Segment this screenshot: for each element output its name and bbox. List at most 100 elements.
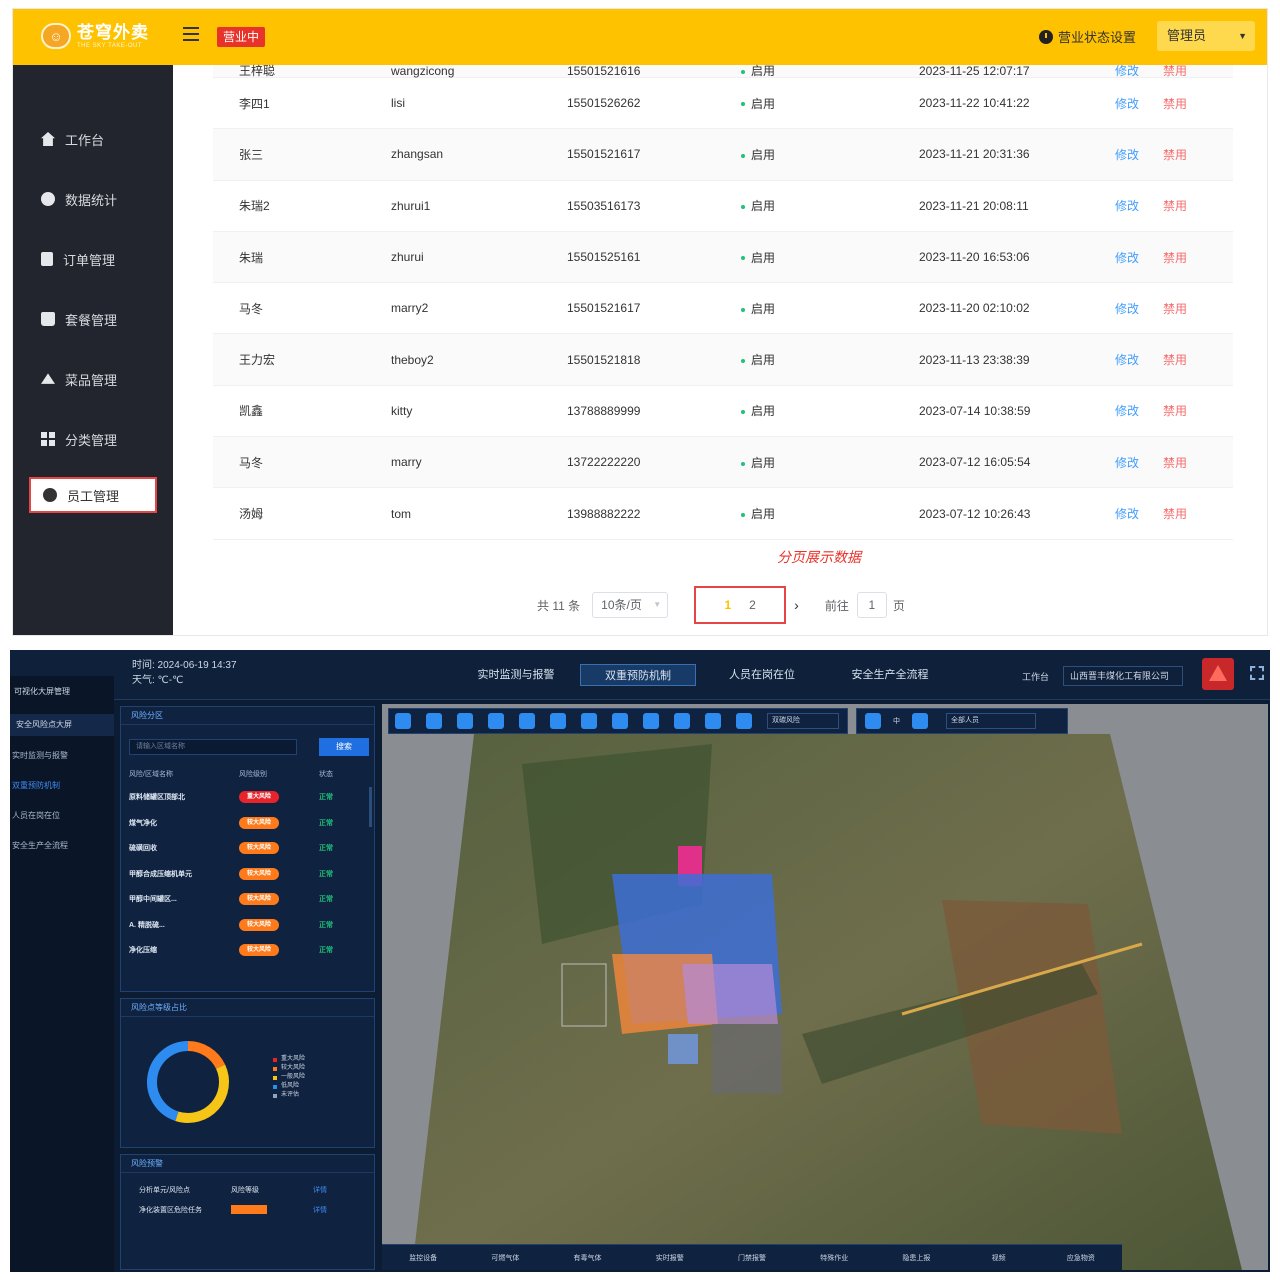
camera-icon[interactable]: [519, 713, 535, 729]
risk-list-item[interactable]: 甲醇合成压缩机单元 较大风险 正常: [129, 867, 359, 880]
workbench-link[interactable]: 工作台: [1022, 670, 1049, 683]
shield-icon[interactable]: [426, 713, 442, 729]
menu-toggle-icon[interactable]: [183, 27, 199, 41]
tab-personnel-on-duty[interactable]: 人员在岗在位: [710, 664, 814, 686]
chart-icon: [41, 192, 55, 206]
disable-link[interactable]: 禁用: [1163, 231, 1233, 284]
disable-link[interactable]: 禁用: [1163, 487, 1233, 540]
pen-icon[interactable]: [581, 713, 597, 729]
disable-link[interactable]: 禁用: [1163, 180, 1233, 232]
risk-list-item[interactable]: 甲醇中间罐区... 较大风险 正常: [129, 893, 359, 905]
personnel-select[interactable]: 全部人员: [946, 713, 1036, 729]
map-layer-button[interactable]: 有毒气体: [546, 1253, 628, 1263]
expand-icon[interactable]: [865, 713, 881, 729]
goto-page-input[interactable]: 1: [856, 592, 887, 618]
person-icon[interactable]: [912, 713, 928, 729]
map-layer-button[interactable]: 隐患上报: [875, 1253, 957, 1263]
compass-icon[interactable]: [612, 713, 628, 729]
donut-slice[interactable]: [147, 1041, 189, 1121]
map-layer-button[interactable]: 视频: [958, 1253, 1040, 1263]
sidebar-item-statistics[interactable]: 数据统计: [29, 181, 157, 217]
edit-link[interactable]: 修改: [1115, 436, 1163, 489]
scrollbar[interactable]: [369, 787, 372, 827]
disable-link[interactable]: 禁用: [1163, 436, 1233, 489]
edit-link[interactable]: 修改: [1115, 231, 1163, 284]
search-button[interactable]: 搜索: [319, 738, 369, 756]
logo[interactable]: ☺ 苍穹外卖 THE SKY TAKE-OUT: [41, 23, 149, 49]
risk-list-item[interactable]: A. 精脱硫... 较大风险 正常: [129, 918, 359, 931]
zoom-level[interactable]: 中: [893, 716, 900, 726]
panel-title: 风险点等级占比: [121, 999, 374, 1017]
satellite-map[interactable]: 双碳风险 中 全部人员 监控设备 可燃气体 有毒气体 实时报警 门禁报警 特殊作业 隐患上报…: [382, 704, 1268, 1270]
store-status-setting-button[interactable]: 营业状态设置: [1039, 27, 1136, 46]
disable-link[interactable]: 禁用: [1163, 77, 1233, 130]
risk-type-select[interactable]: 双碳风险: [767, 713, 839, 729]
alert-icon[interactable]: [1202, 658, 1234, 690]
dashboard-nav: 可视化大屏管理 安全风险点大屏 实时监测与报警 双重预防机制 人员在岗在位 安全…: [10, 676, 114, 1272]
layers-icon[interactable]: [736, 713, 752, 729]
map-layer-button[interactable]: 可燃气体: [464, 1253, 546, 1263]
car-icon[interactable]: [643, 713, 659, 729]
map-layer-button[interactable]: 应急物资: [1040, 1253, 1122, 1263]
dashboard-subtitle[interactable]: 安全风险点大屏: [10, 714, 114, 736]
search-input[interactable]: 请输入区域名称: [129, 739, 297, 755]
tab-safety-process[interactable]: 安全生产全流程: [834, 664, 946, 686]
edit-link[interactable]: 修改: [1115, 385, 1163, 438]
next-page-button[interactable]: ›: [794, 597, 799, 613]
disable-link[interactable]: 禁用: [1163, 333, 1233, 386]
disable-link[interactable]: 禁用: [1163, 282, 1233, 335]
risk-list-item[interactable]: 煤气净化 较大风险 正常: [129, 816, 359, 829]
edit-link[interactable]: 修改: [1115, 282, 1163, 335]
map-layer-button[interactable]: 实时报警: [629, 1253, 711, 1263]
sidebar-item-label: 分类管理: [65, 432, 118, 448]
edit-link[interactable]: 修改: [1115, 180, 1163, 232]
alien-icon[interactable]: [457, 713, 473, 729]
sidebar-item-dishes[interactable]: 菜品管理: [29, 361, 157, 397]
table-row: 王力宏 theboy2 15501521818 启用 2023-11-13 23:38:…: [213, 333, 1233, 386]
donut-slice[interactable]: [175, 1064, 229, 1123]
risk-list-item[interactable]: 原料储罐区顶部北 重大风险 正常: [129, 791, 359, 803]
nav-item-dual-prevention[interactable]: 双重预防机制: [12, 780, 60, 791]
edit-link[interactable]: 修改: [1115, 333, 1163, 386]
map-layer-button[interactable]: 门禁报警: [711, 1253, 793, 1263]
user-menu[interactable]: 管理员 ▼: [1157, 21, 1255, 51]
page-button-1[interactable]: 1: [724, 598, 731, 612]
nav-item-personnel[interactable]: 人员在岗在位: [12, 810, 60, 821]
donut-slice[interactable]: [187, 1041, 226, 1070]
company-select[interactable]: 山西晋丰煤化工有限公司: [1063, 666, 1184, 686]
disable-link[interactable]: 禁用: [1163, 65, 1233, 78]
equalizer-icon[interactable]: [674, 713, 690, 729]
tab-realtime-monitoring[interactable]: 实时监测与报警: [462, 664, 570, 686]
refresh-icon[interactable]: [705, 713, 721, 729]
risk-level-badge: 较大风险: [239, 816, 279, 829]
page-size-select[interactable]: 10条/页 ▼: [592, 592, 669, 618]
building-icon[interactable]: [550, 713, 566, 729]
sidebar-item-workbench[interactable]: 工作台: [29, 121, 157, 157]
sidebar-item-categories[interactable]: 分类管理: [29, 421, 157, 457]
sidebar-item-orders[interactable]: 订单管理: [29, 241, 157, 277]
status-dot-icon: [741, 102, 745, 107]
disable-link[interactable]: 禁用: [1163, 128, 1233, 181]
edit-link[interactable]: 修改: [1115, 65, 1163, 78]
map-layer-button[interactable]: 监控设备: [382, 1253, 464, 1263]
risk-list-item[interactable]: 硫磺回收 较大风险 正常: [129, 842, 359, 854]
disable-link[interactable]: 禁用: [1163, 385, 1233, 438]
sidebar-item-employees[interactable]: 员工管理: [29, 477, 157, 513]
page-button-2[interactable]: 2: [749, 598, 756, 612]
fullscreen-icon[interactable]: [1250, 666, 1264, 680]
table-cell-status: 启用: [741, 385, 919, 438]
table-cell-account: zhurui: [391, 231, 567, 284]
table-row: 李四1 lisi 15501526262 启用 2023-11-22 10:41:22 修…: [213, 77, 1233, 130]
sidebar-item-combos[interactable]: 套餐管理: [29, 301, 157, 337]
home-icon[interactable]: [395, 713, 411, 729]
edit-link[interactable]: 修改: [1115, 487, 1163, 540]
risk-list-item[interactable]: 净化压缩 较大风险 正常: [129, 944, 359, 956]
edit-link[interactable]: 修改: [1115, 77, 1163, 130]
weather-text: 天气: ℃-℃: [132, 675, 184, 686]
edit-link[interactable]: 修改: [1115, 128, 1163, 181]
map-layer-button[interactable]: 特殊作业: [793, 1253, 875, 1263]
tab-dual-prevention[interactable]: 双重预防机制: [580, 664, 696, 686]
nav-item-safety[interactable]: 安全生产全流程: [12, 840, 68, 851]
fire-icon[interactable]: [488, 713, 504, 729]
nav-item-realtime[interactable]: 实时监测与报警: [12, 750, 68, 761]
